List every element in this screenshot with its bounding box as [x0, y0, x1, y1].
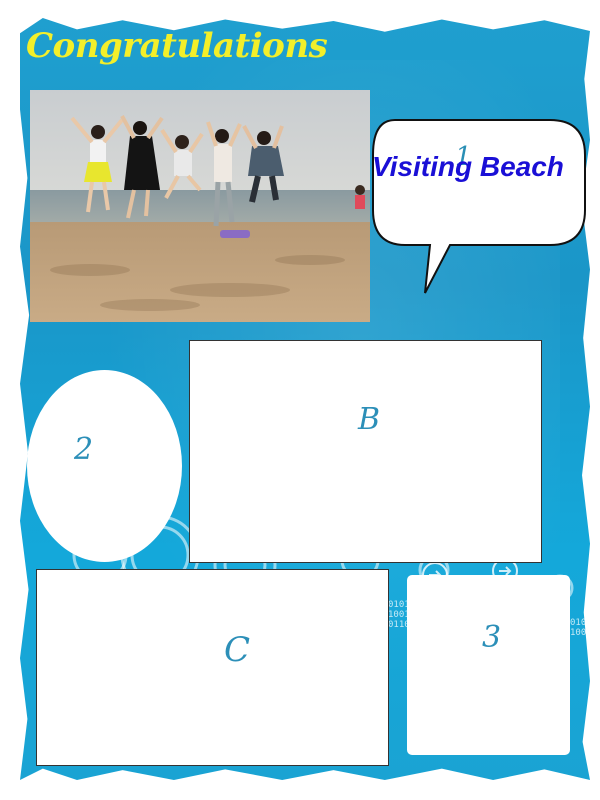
bubble-caption[interactable]: Visiting Beach — [372, 151, 564, 183]
photo-placeholder-3[interactable] — [407, 575, 570, 755]
photo-placeholder-b[interactable] — [189, 340, 542, 563]
photo-placeholder-2-oval[interactable] — [27, 370, 182, 562]
beach-photo-image — [30, 90, 370, 322]
page-title: Congratulations — [26, 26, 328, 66]
beach-photo[interactable] — [30, 90, 370, 322]
poster-page: 0101 1001 0110 0101 1001 Congratulations — [0, 0, 600, 800]
placeholder-label-2: 2 — [74, 432, 94, 467]
placeholder-label-b: B — [358, 402, 381, 437]
placeholder-label-c: C — [224, 630, 251, 670]
speech-bubble — [372, 119, 586, 294]
photo-placeholder-c[interactable] — [36, 569, 389, 766]
binary-decoration-right: 0101 1001 — [570, 618, 592, 638]
placeholder-label-3: 3 — [482, 620, 502, 655]
